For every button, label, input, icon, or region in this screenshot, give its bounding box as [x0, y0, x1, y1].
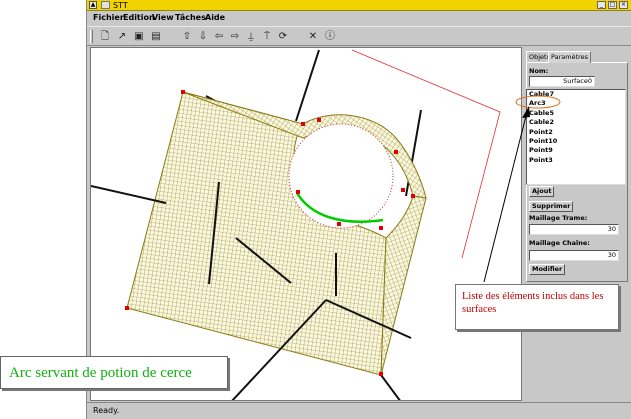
menu-taches[interactable]: Tâches: [175, 13, 206, 22]
list-item[interactable]: Point10: [527, 137, 625, 146]
anchor-up-icon[interactable]: ⍊: [244, 30, 258, 43]
3d-viewport[interactable]: [90, 47, 522, 401]
list-item[interactable]: Cable2: [527, 118, 625, 127]
window-title: STT: [113, 1, 128, 10]
minimize-icon[interactable]: _: [597, 1, 606, 9]
save-as-icon[interactable]: ▤: [149, 30, 163, 43]
window-menu-icon[interactable]: ▲: [89, 1, 97, 9]
modify-button[interactable]: Modifier: [529, 264, 566, 275]
surface-right: [380, 195, 427, 376]
remove-button[interactable]: Supprimer: [529, 201, 574, 212]
screenshot-stage: ▲ STT _ □ × Fichier Edition View Tâches …: [0, 0, 631, 419]
new-file-icon[interactable]: 🗋: [98, 30, 112, 43]
status-text: Ready.: [93, 406, 120, 415]
anchor-down-icon[interactable]: ⍑: [260, 30, 274, 43]
list-item[interactable]: Cable7: [527, 90, 625, 99]
info-icon[interactable]: ⓘ: [323, 30, 337, 43]
menu-bar: Fichier Edition View Tâches Aide: [87, 12, 631, 25]
menu-edition[interactable]: Edition: [123, 13, 155, 22]
status-bar: Ready.: [87, 402, 631, 419]
list-item[interactable]: Cable5: [527, 109, 625, 118]
mesh-canvas[interactable]: [91, 48, 522, 401]
arrow-left-icon[interactable]: ⇦: [212, 30, 226, 43]
title-bar: ▲ STT _ □ ×: [87, 0, 631, 11]
elements-list-note: Liste des éléments inclus dans les surfa…: [455, 284, 619, 330]
surface-hole: [288, 123, 394, 229]
toolbar-grip[interactable]: [90, 30, 93, 43]
name-label: Nom:: [529, 67, 549, 75]
arrow-down-icon[interactable]: ⇩: [196, 30, 210, 43]
window-pin-icon[interactable]: [101, 1, 110, 9]
arc-note: Arc servant de potion de cerce: [0, 356, 228, 389]
refresh-icon[interactable]: ⟳: [276, 30, 290, 43]
list-item[interactable]: Point3: [527, 156, 625, 165]
maximize-icon[interactable]: □: [608, 1, 617, 9]
delete-icon[interactable]: ✕: [306, 30, 320, 43]
warp-mesh-field[interactable]: 30: [529, 250, 619, 261]
tab-parametres[interactable]: Paramètres: [548, 51, 592, 63]
menu-fichier[interactable]: Fichier: [93, 13, 124, 22]
elements-list[interactable]: Cable7 Arc3 Cable5 Cable2 Point2 Point10…: [526, 89, 626, 185]
warp-mesh-label: Maillage Chaîne:: [529, 239, 590, 247]
weft-mesh-label: Maillage Trame:: [529, 214, 588, 222]
open-icon[interactable]: ↗: [115, 30, 129, 43]
list-item-selected[interactable]: Arc3: [527, 99, 625, 108]
list-item[interactable]: Point2: [527, 128, 625, 137]
arrow-up-icon[interactable]: ⇧: [180, 30, 194, 43]
menu-aide[interactable]: Aide: [205, 13, 225, 22]
toolbar: 🗋 ↗ ▣ ▤ ⇧ ⇩ ⇦ ⇨ ⍊ ⍑ ⟳ ✕ ⓘ: [87, 26, 631, 46]
weft-mesh-field[interactable]: 30: [529, 224, 619, 235]
close-icon[interactable]: ×: [619, 1, 628, 9]
name-field[interactable]: Surface0: [529, 76, 595, 87]
menu-view[interactable]: View: [152, 13, 174, 22]
arrow-right-icon[interactable]: ⇨: [228, 30, 242, 43]
add-button[interactable]: Ajout: [529, 186, 555, 197]
save-icon[interactable]: ▣: [132, 30, 146, 43]
list-item[interactable]: Point9: [527, 146, 625, 155]
